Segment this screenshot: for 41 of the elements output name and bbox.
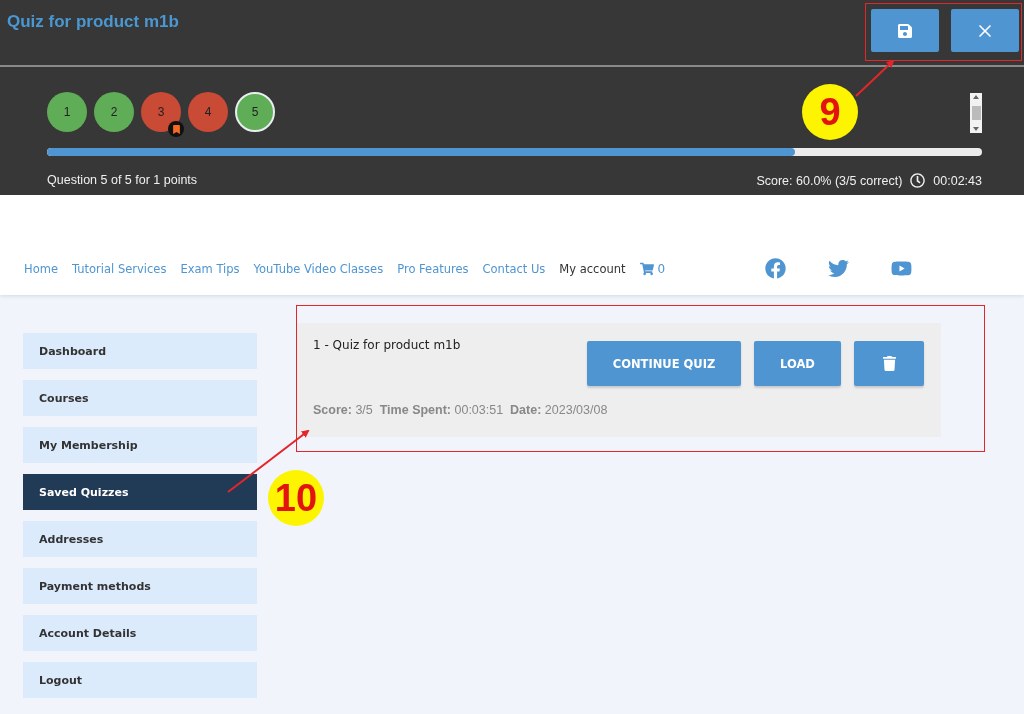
callout-badge: 10 [268, 470, 324, 526]
sidebar-item[interactable]: Logout [23, 662, 257, 698]
nav-link[interactable]: Tutorial Services [71, 261, 167, 276]
sidebar-item[interactable]: Payment methods [23, 568, 257, 604]
twitter-icon[interactable] [828, 258, 850, 279]
question-dot[interactable]: 4 [188, 92, 228, 132]
question-dot[interactable]: 3 [141, 92, 181, 132]
continue-button[interactable]: CONTINUE QUIZ [587, 341, 741, 386]
nav-link[interactable]: Exam Tips [180, 261, 240, 276]
cart-link[interactable]: 0 [639, 261, 666, 276]
scrollbar[interactable] [970, 93, 982, 133]
score-text: Score: 60.0% (3/5 correct) [756, 173, 903, 188]
delete-button[interactable] [854, 341, 924, 386]
question-info: Question 5 of 5 for 1 points [47, 173, 198, 188]
pointer-arrow [855, 59, 895, 97]
sidebar-item[interactable]: Courses [23, 380, 257, 416]
save-button[interactable] [871, 9, 939, 52]
nav-link[interactable]: My account [559, 261, 626, 276]
quiz-name: 1 - Quiz for product m1b [313, 338, 461, 354]
load-button[interactable]: LOAD [754, 341, 841, 386]
question-dot[interactable]: 1 [47, 92, 87, 132]
quiz-title: Quiz for product m1b [7, 12, 179, 33]
quiz-meta: Score: 3/5 Time Spent: 00:03:51 Date: 2023/03/08 [313, 403, 609, 417]
question-dot[interactable]: 2 [94, 92, 134, 132]
sidebar-item[interactable]: My Membership [23, 427, 257, 463]
sidebar-item[interactable]: Dashboard [23, 333, 257, 369]
sidebar-item[interactable]: Account Details [23, 615, 257, 651]
timer-text: 00:02:43 [933, 173, 982, 188]
clock-icon [910, 173, 926, 188]
facebook-icon[interactable] [765, 258, 787, 279]
save-icon [897, 22, 913, 39]
nav-link[interactable]: Home [24, 261, 58, 276]
sidebar-item[interactable]: Saved Quizzes [23, 474, 257, 510]
cart-icon [639, 261, 654, 276]
question-dot[interactable]: 5 [235, 92, 275, 132]
close-button[interactable] [951, 9, 1019, 52]
trash-icon [881, 356, 897, 371]
nav-link[interactable]: Pro Features [397, 261, 469, 276]
nav-link[interactable]: Contact Us [482, 261, 546, 276]
sidebar-item[interactable]: Addresses [23, 521, 257, 557]
nav-link[interactable]: YouTube Video Classes [253, 261, 384, 276]
